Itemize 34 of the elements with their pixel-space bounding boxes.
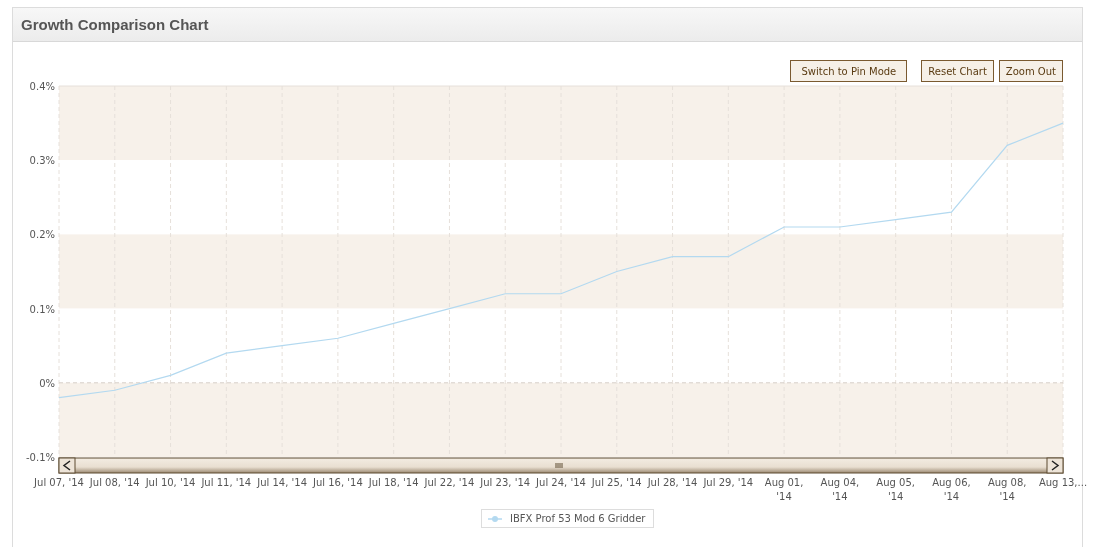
scroll-left-icon[interactable] [58, 457, 76, 474]
x-axis-label: Jul 10, '14 [144, 476, 197, 490]
x-axis-label: Aug 05, '14 [875, 476, 916, 504]
x-axis-label: Jul 11, '14 [200, 476, 253, 490]
x-axis-label: Jul 25, '14 [590, 476, 643, 490]
panel-title: Growth Comparison Chart [21, 16, 209, 33]
y-axis-label: -0.1% [26, 452, 55, 463]
y-axis-label: 0.1% [29, 303, 55, 315]
x-axis-label: Jul 07, '14 [32, 476, 85, 490]
y-axis-label: 0.4% [29, 82, 55, 92]
x-axis-label: Jul 28, '14 [646, 476, 699, 490]
y-axis-label: 0.3% [29, 155, 55, 167]
x-axis-label: Aug 08, '14 [986, 476, 1028, 504]
x-axis-label: Jul 08, '14 [88, 476, 141, 490]
x-axis-label: Jul 16, '14 [311, 476, 364, 490]
x-axis-label: Aug 01, '14 [763, 476, 805, 504]
x-axis-label: Jul 14, '14 [255, 476, 308, 490]
x-axis-label: Jul 24, '14 [534, 476, 587, 490]
y-axis-label: 0.2% [29, 229, 55, 241]
legend-label: IBFX Prof 53 Mod 6 Gridder [510, 513, 646, 524]
x-axis-label: Jul 29, '14 [702, 476, 755, 490]
x-axis-label: Jul 23, '14 [478, 476, 532, 490]
x-axis-label: Jul 22, '14 [423, 476, 476, 490]
scroll-right-icon[interactable] [1046, 457, 1064, 474]
legend[interactable]: IBFX Prof 53 Mod 6 Gridder [481, 509, 655, 528]
x-axis-label: Aug 13,... [1037, 476, 1089, 490]
toolbar-button[interactable]: Reset Chart [921, 60, 994, 82]
x-axis-label: Aug 04, '14 [819, 476, 861, 504]
y-axis-label: 0% [39, 377, 55, 389]
legend-marker-icon [488, 514, 502, 523]
x-axis-label: Aug 06, '14 [931, 476, 972, 504]
toolbar-button[interactable]: Zoom Out [998, 60, 1063, 82]
toolbar-button[interactable]: Switch to Pin Mode [790, 60, 908, 82]
x-axis-label: Jul 18, '14 [367, 476, 420, 490]
